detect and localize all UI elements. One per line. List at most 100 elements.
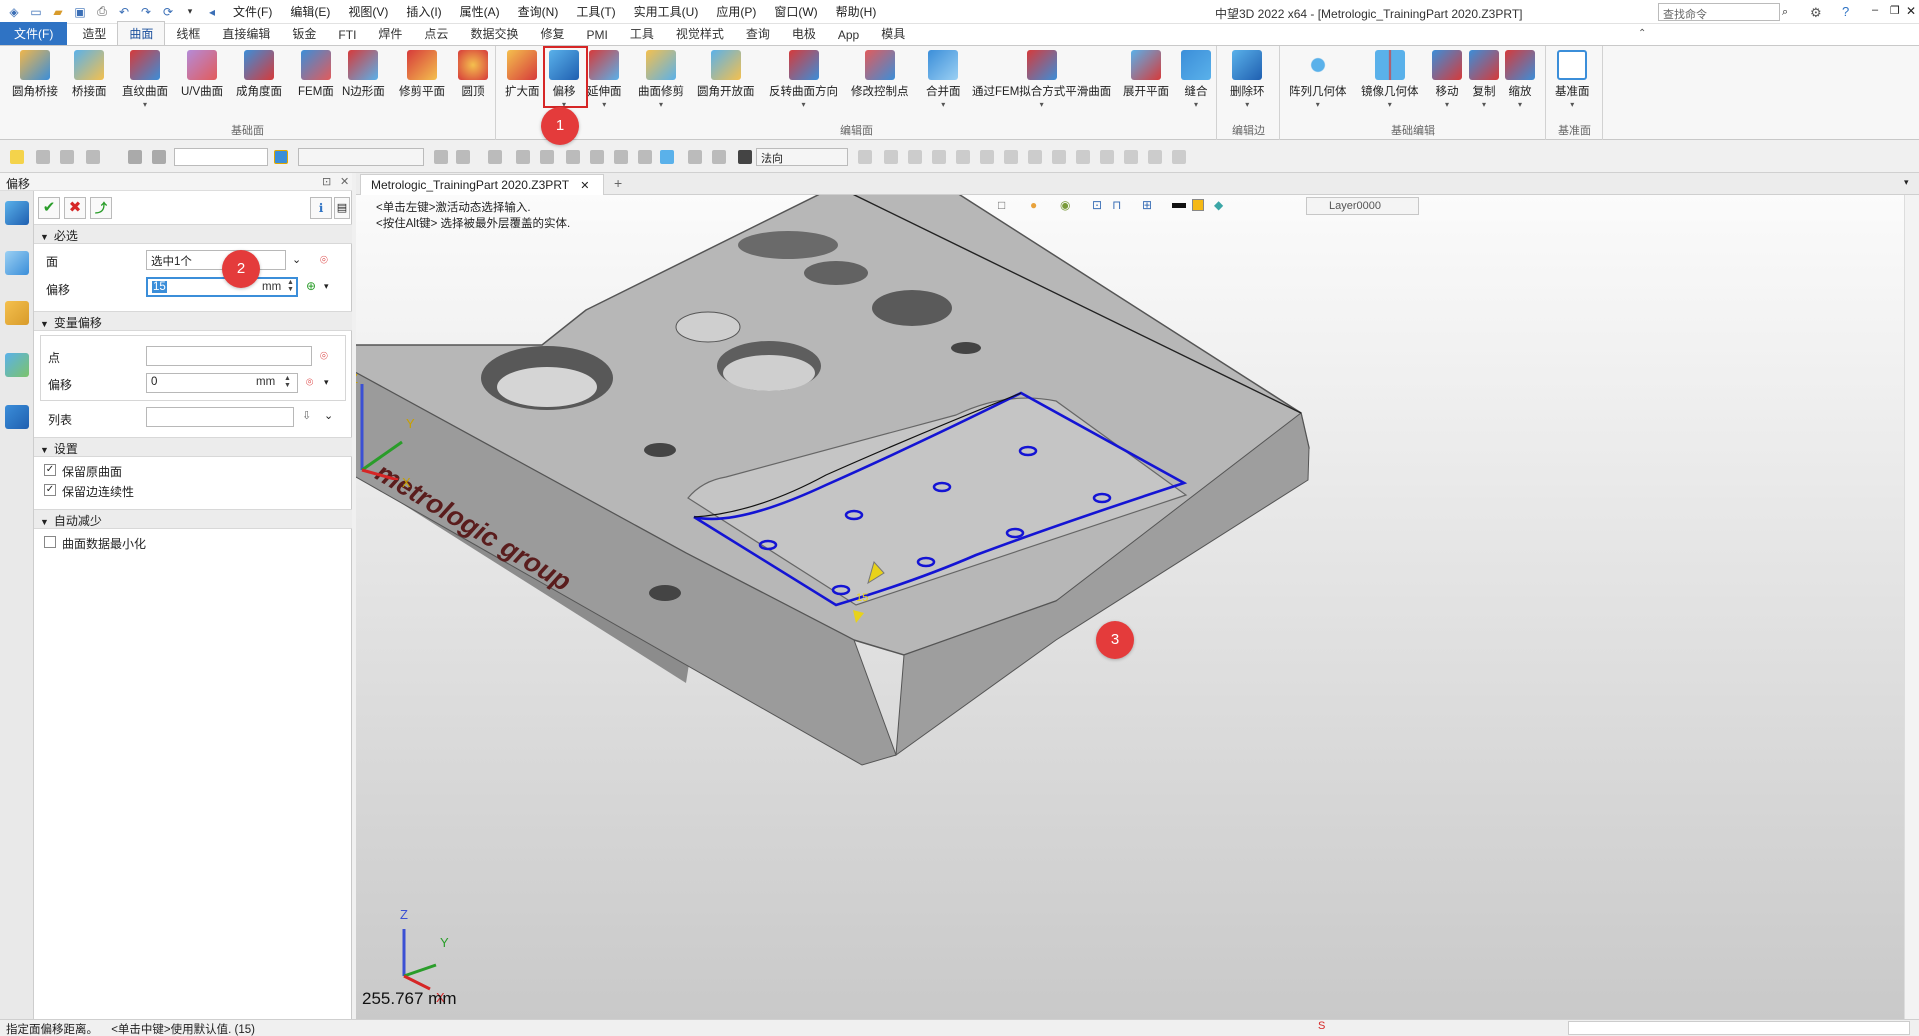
restore-window-icon[interactable]: ❐	[1890, 4, 1900, 17]
btn-stitch[interactable]: 缝合 ▾	[1181, 50, 1211, 109]
toolbar-tool-1-icon[interactable]	[434, 150, 448, 164]
btn-bridge-face[interactable]: 桥接面	[72, 50, 107, 99]
btn-fillet-open-face[interactable]: 圆角开放面	[697, 50, 755, 99]
ime-toolbar-icon[interactable]: S	[1318, 1020, 1325, 1032]
minus-filter-icon[interactable]	[60, 150, 74, 164]
expand-double-chevron-icon[interactable]: ⌄	[292, 253, 306, 267]
search-icon[interactable]: ⌕	[1782, 6, 1788, 19]
section-auto-reduce[interactable]: ▼ 自动减少	[34, 509, 352, 529]
toolbar-tool-20-icon[interactable]	[1004, 150, 1018, 164]
tab-data-exchange[interactable]: 数据交换	[459, 22, 529, 45]
filter-settings-icon[interactable]	[152, 150, 166, 164]
btn-trim-plane[interactable]: 修剪平面	[399, 50, 445, 99]
close-tab-icon[interactable]: ✕	[580, 180, 589, 192]
btn-fem-smooth[interactable]: 通过FEM拟合方式平滑曲面 ▾	[972, 50, 1111, 109]
menu-attribute[interactable]: 属性(A)	[451, 3, 509, 20]
regen-icon[interactable]: ⟳	[160, 4, 176, 20]
btn-uv-surface[interactable]: U/V曲面	[181, 50, 223, 99]
undo-icon[interactable]: ↶	[116, 4, 132, 20]
toolbar-tool-8-icon[interactable]	[614, 150, 628, 164]
toolbar-tool-10-icon[interactable]	[660, 150, 674, 164]
btn-dome[interactable]: 圆顶	[458, 50, 488, 99]
toolbar-tool-21-icon[interactable]	[1028, 150, 1042, 164]
command-search-input[interactable]: 查找命令	[1658, 3, 1780, 21]
redo-icon[interactable]: ↷	[138, 4, 154, 20]
new-file-icon[interactable]: ▭	[28, 4, 44, 20]
info-button[interactable]: ℹ	[310, 197, 332, 219]
tab-file[interactable]: 文件(F)	[0, 22, 68, 45]
minimize-data-checkbox[interactable]	[44, 536, 56, 548]
toolbar-tool-14-icon[interactable]	[858, 150, 872, 164]
tab-surface[interactable]: 曲面	[117, 21, 166, 45]
tab-modeling[interactable]: 造型	[71, 22, 117, 45]
toolbar-tool-6-icon[interactable]	[566, 150, 580, 164]
cancel-button[interactable]: ✖	[64, 197, 86, 219]
face-pick-icon[interactable]: ⌾	[320, 252, 334, 267]
add-filter-icon[interactable]	[86, 150, 100, 164]
apply-button[interactable]: ⤴	[90, 197, 112, 219]
normal-direction-combo[interactable]: 法向	[756, 148, 848, 166]
panel-close-icon[interactable]: ✕	[340, 175, 349, 188]
settings-gear-icon[interactable]: ⚙	[1810, 5, 1822, 21]
save-icon[interactable]: ▣	[72, 4, 88, 20]
toolbar-tool-5-icon[interactable]	[540, 150, 554, 164]
menu-insert[interactable]: 插入(I)	[397, 3, 450, 20]
toolbar-tool-16-icon[interactable]	[908, 150, 922, 164]
face-field[interactable]: 选中1个	[146, 250, 286, 270]
toolbar-tool-4-icon[interactable]	[516, 150, 530, 164]
menu-tools[interactable]: 工具(T)	[567, 3, 624, 20]
toolbar-tool-11-icon[interactable]	[688, 150, 702, 164]
list-import-icon[interactable]: ⇩	[302, 409, 316, 423]
btn-ruled-surface[interactable]: 直纹曲面 ▾	[122, 50, 168, 109]
menu-file[interactable]: 文件(F)	[224, 3, 281, 20]
toolbar-tool-19-icon[interactable]	[980, 150, 994, 164]
filter-combo[interactable]	[174, 148, 268, 166]
tab-point-cloud[interactable]: 点云	[413, 22, 459, 45]
menu-utilities[interactable]: 实用工具(U)	[625, 3, 708, 20]
select-pointer-icon[interactable]	[10, 150, 24, 164]
btn-scale[interactable]: 缩放 ▾	[1505, 50, 1535, 109]
toolbar-tool-24-icon[interactable]	[1100, 150, 1114, 164]
part-library-icon[interactable]	[5, 301, 29, 325]
viewport-scrollbar[interactable]	[1904, 195, 1919, 1019]
help-icon[interactable]: ?	[1842, 4, 1849, 19]
tab-app[interactable]: App	[827, 25, 870, 45]
dimension-value[interactable]: 15	[856, 592, 868, 604]
point-field[interactable]	[146, 346, 312, 366]
section-required[interactable]: ▼ 必选	[34, 224, 352, 244]
btn-merge-faces[interactable]: 合并面 ▾	[926, 50, 961, 109]
var-offset-dropdown-icon[interactable]: ▾	[324, 377, 338, 391]
tab-fti[interactable]: FTI	[327, 25, 367, 45]
menu-edit[interactable]: 编辑(E)	[281, 3, 339, 20]
toolbar-tool-26-icon[interactable]	[1148, 150, 1162, 164]
new-tab-icon[interactable]: +	[614, 175, 622, 191]
close-window-icon[interactable]: ✕	[1906, 4, 1916, 18]
menu-help[interactable]: 帮助(H)	[827, 3, 886, 20]
btn-extend-surface[interactable]: 延伸面 ▾	[587, 50, 622, 109]
btn-angled-face[interactable]: 成角度面	[236, 50, 282, 99]
visual-manager-icon[interactable]	[5, 353, 29, 377]
toolbar-tool-13-icon[interactable]	[738, 150, 752, 164]
tab-tools[interactable]: 工具	[619, 22, 665, 45]
btn-n-sided-face[interactable]: N边形面	[342, 50, 385, 99]
tab-pmi[interactable]: PMI	[575, 25, 618, 45]
btn-pattern-geometry[interactable]: 阵列几何体 ▾	[1289, 50, 1347, 109]
btn-datum-plane[interactable]: 基准面 ▾	[1555, 50, 1590, 109]
btn-delete-loop[interactable]: 删除环 ▾	[1230, 50, 1265, 109]
menu-view[interactable]: 视图(V)	[339, 3, 397, 20]
btn-mirror-geometry[interactable]: 镜像几何体 ▾	[1361, 50, 1419, 109]
section-variable-offset[interactable]: ▼ 变量偏移	[34, 311, 352, 331]
toolbar-tool-27-icon[interactable]	[1172, 150, 1186, 164]
snap-icon[interactable]	[128, 150, 142, 164]
toolbar-tool-17-icon[interactable]	[932, 150, 946, 164]
offset-dropdown-icon[interactable]: ▾	[324, 281, 338, 295]
tab-visual-style[interactable]: 视觉样式	[665, 22, 735, 45]
document-tab[interactable]: Metrologic_TrainingPart 2020.Z3PRT ✕	[360, 174, 604, 195]
btn-fillet-bridge[interactable]: 圆角桥接	[12, 50, 58, 99]
tab-repair[interactable]: 修复	[529, 22, 575, 45]
toolbar-tool-7-icon[interactable]	[590, 150, 604, 164]
toolbar-tool-18-icon[interactable]	[956, 150, 970, 164]
tab-wireframe[interactable]: 线框	[165, 22, 211, 45]
print-icon[interactable]: ⎙	[94, 4, 110, 20]
tab-list-icon[interactable]: ▾	[1904, 177, 1909, 188]
